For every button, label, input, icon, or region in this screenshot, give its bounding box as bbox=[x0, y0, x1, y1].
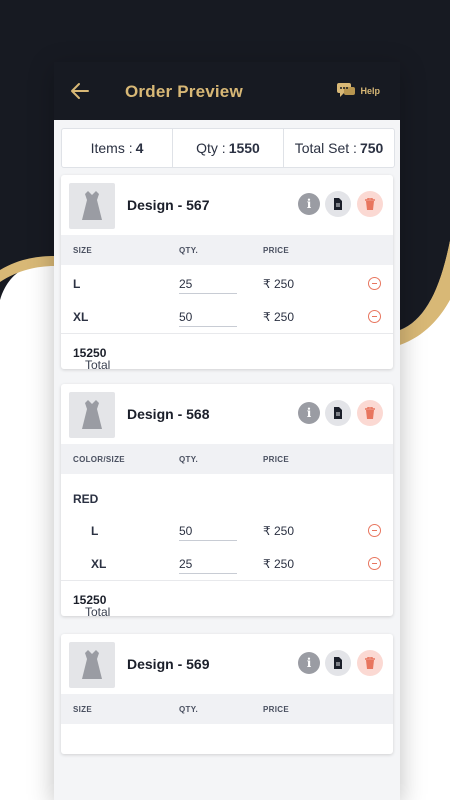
summary-items: Items :4 bbox=[62, 129, 173, 167]
dress-icon bbox=[82, 191, 102, 220]
design-name: Design - 568 bbox=[127, 406, 210, 422]
qty-input[interactable]: 50 bbox=[179, 522, 237, 541]
trash-icon bbox=[365, 657, 375, 669]
arrow-left-icon[interactable] bbox=[70, 81, 90, 101]
document-button[interactable] bbox=[325, 191, 351, 217]
trash-icon bbox=[365, 198, 375, 210]
table-header: SIZE QTY. PRICE bbox=[61, 235, 393, 265]
delete-button[interactable] bbox=[357, 400, 383, 426]
remove-icon[interactable] bbox=[368, 277, 381, 290]
document-icon bbox=[334, 657, 342, 669]
table-row: XL 50 ₹ 250 bbox=[61, 300, 393, 333]
info-icon[interactable]: i bbox=[298, 652, 320, 674]
chat-bubble-icon bbox=[337, 83, 356, 97]
qty-input[interactable]: 25 bbox=[179, 555, 237, 574]
dress-thumbnail bbox=[69, 642, 115, 688]
design-name: Design - 569 bbox=[127, 656, 210, 672]
dress-thumbnail bbox=[69, 183, 115, 229]
table-row: L 25 ₹ 250 bbox=[61, 267, 393, 300]
document-icon bbox=[334, 198, 342, 210]
app-bar: Order Preview Help bbox=[54, 62, 400, 120]
help-button[interactable]: Help bbox=[336, 82, 380, 99]
dress-icon bbox=[82, 400, 102, 429]
summary-total-set: Total Set :750 bbox=[294, 140, 384, 156]
design-card: Design - 569 i SIZE QTY. PRICE bbox=[61, 634, 393, 754]
info-icon[interactable]: i bbox=[298, 402, 320, 424]
design-card: Design - 568 i COLOR/SIZE QTY. PRICE RED… bbox=[61, 384, 393, 616]
remove-icon[interactable] bbox=[368, 557, 381, 570]
delete-button[interactable] bbox=[357, 650, 383, 676]
document-button[interactable] bbox=[325, 650, 351, 676]
app-screen: Order Preview Help Items :4 Qty :1550 To… bbox=[54, 62, 400, 800]
order-summary: Items :4 Qty :1550 Total Set :750 bbox=[61, 128, 395, 168]
design-name: Design - 567 bbox=[127, 197, 210, 213]
total-quantity: Total Quantity : 15250 bbox=[61, 333, 393, 369]
remove-icon[interactable] bbox=[368, 524, 381, 537]
summary-qty: Qty :1550 bbox=[173, 129, 284, 167]
design-card: Design - 567 i SIZE QTY. PRICE L 25 ₹ 25… bbox=[61, 175, 393, 369]
table-header: COLOR/SIZE QTY. PRICE bbox=[61, 444, 393, 474]
qty-input[interactable]: 50 bbox=[179, 308, 237, 327]
color-group-label: RED bbox=[73, 492, 99, 506]
trash-icon bbox=[365, 407, 375, 419]
help-label: Help bbox=[360, 85, 380, 96]
dress-thumbnail bbox=[69, 392, 115, 438]
info-icon[interactable]: i bbox=[298, 193, 320, 215]
table-row: XL 25 ₹ 250 bbox=[61, 547, 393, 580]
delete-button[interactable] bbox=[357, 191, 383, 217]
total-quantity: Total Quantity : 15250 bbox=[61, 580, 393, 616]
table-row: L 50 ₹ 250 bbox=[61, 514, 393, 547]
qty-input[interactable]: 25 bbox=[179, 275, 237, 294]
document-icon bbox=[334, 407, 342, 419]
page-title: Order Preview bbox=[125, 82, 243, 101]
dress-icon bbox=[82, 650, 102, 679]
document-button[interactable] bbox=[325, 400, 351, 426]
remove-icon[interactable] bbox=[368, 310, 381, 323]
table-header: SIZE QTY. PRICE bbox=[61, 694, 393, 724]
